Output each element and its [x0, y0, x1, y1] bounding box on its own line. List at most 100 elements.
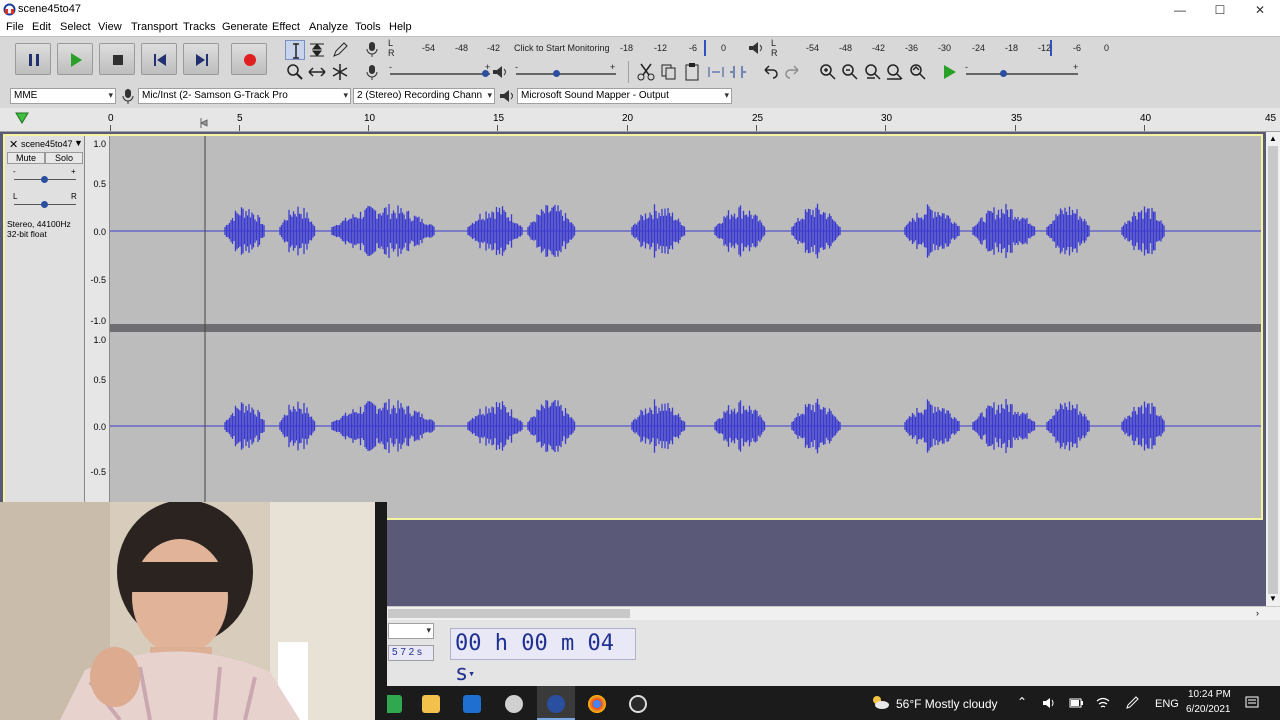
battery-icon[interactable]: [1069, 698, 1083, 708]
chevron-down-icon: ▾: [426, 625, 431, 635]
time-shift-tool[interactable]: [307, 62, 327, 82]
audio-position-display[interactable]: 00 h 00 m 04 s▾: [450, 628, 636, 686]
waveform-display[interactable]: [110, 136, 1261, 518]
pan-right-label: R: [71, 192, 77, 201]
paste-button[interactable]: [682, 62, 702, 82]
menu-tools[interactable]: Tools: [355, 21, 381, 33]
playback-scale-tick: -42: [872, 43, 886, 53]
horizontal-scroll-thumb[interactable]: [388, 609, 630, 618]
menu-transport[interactable]: Transport: [131, 21, 178, 33]
pause-button[interactable]: [15, 43, 51, 75]
scroll-right-icon[interactable]: ›: [1256, 608, 1259, 618]
record-meter-mic-icon[interactable]: [365, 41, 379, 57]
chrome-icon[interactable]: [588, 695, 606, 713]
chevron-down-icon[interactable]: ▾: [468, 667, 475, 680]
obs-icon[interactable]: [629, 695, 647, 713]
clock-date[interactable]: 6/20/2021: [1186, 704, 1231, 715]
zoom-toggle-button[interactable]: [908, 62, 928, 82]
copy-button[interactable]: [659, 62, 679, 82]
cut-button[interactable]: [636, 62, 656, 82]
draw-tool[interactable]: [330, 40, 350, 60]
scroll-down-icon[interactable]: ▼: [1269, 594, 1277, 603]
menu-select[interactable]: Select: [60, 21, 91, 33]
playback-volume-knob[interactable]: [553, 70, 560, 77]
output-device-select[interactable]: Microsoft Sound Mapper - Output ▾: [517, 88, 732, 104]
menu-edit[interactable]: Edit: [32, 21, 51, 33]
tray-chevron-up-icon[interactable]: ⌃: [1017, 695, 1027, 709]
mute-button[interactable]: Mute: [7, 152, 45, 164]
playback-volume-slider[interactable]: [516, 73, 616, 75]
volume-icon[interactable]: [1042, 697, 1056, 709]
record-button[interactable]: [231, 43, 267, 75]
audacity-taskbar-button[interactable]: [537, 686, 575, 720]
minimize-button[interactable]: —: [1160, 0, 1200, 20]
menu-tracks[interactable]: Tracks: [183, 21, 216, 33]
selection-tool[interactable]: [285, 40, 305, 60]
envelope-tool[interactable]: [307, 40, 327, 60]
chat-app-icon[interactable]: [505, 695, 523, 713]
snap-select[interactable]: ▾: [388, 623, 434, 639]
skip-to-end-button[interactable]: [183, 43, 219, 75]
wifi-icon[interactable]: [1096, 696, 1110, 710]
pause-icon: [29, 54, 39, 66]
pan-slider-knob[interactable]: [41, 201, 48, 208]
mail-app-icon[interactable]: [463, 695, 481, 713]
fit-selection-button[interactable]: [863, 62, 883, 82]
monitor-label[interactable]: Click to Start Monitoring: [514, 43, 610, 53]
menu-analyze[interactable]: Analyze: [309, 21, 348, 33]
vertical-scroll-thumb[interactable]: [1268, 146, 1278, 594]
language-indicator[interactable]: ENG: [1155, 698, 1179, 710]
record-scale-tick: -6: [689, 43, 698, 53]
recording-volume-slider[interactable]: [390, 73, 490, 75]
zoom-tool[interactable]: [285, 62, 305, 82]
fit-project-button[interactable]: [885, 62, 905, 82]
timeline-ruler[interactable]: 0 5 10 15 20 25 30 35 40 45: [0, 108, 1280, 132]
menu-view[interactable]: View: [98, 21, 122, 33]
menu-file[interactable]: File: [6, 21, 24, 33]
file-explorer-icon[interactable]: [422, 695, 440, 713]
menu-effect[interactable]: Effect: [272, 21, 300, 33]
gain-slider-knob[interactable]: [41, 176, 48, 183]
trim-button[interactable]: [706, 62, 726, 82]
weather-cloud-icon[interactable]: [870, 694, 890, 710]
play-button[interactable]: [57, 43, 93, 75]
zoom-out-button[interactable]: [840, 62, 860, 82]
track-close-icon[interactable]: ✕: [9, 138, 18, 151]
recording-volume-mic-icon: [366, 65, 378, 80]
scroll-up-icon[interactable]: ▲: [1269, 134, 1277, 143]
maximize-button[interactable]: ☐: [1200, 0, 1240, 20]
audio-track[interactable]: ✕ scene45to47 ▼ Mute Solo - + L R Stereo…: [3, 134, 1263, 520]
timeline-tick-line: [627, 125, 628, 131]
notification-icon[interactable]: [1245, 696, 1259, 710]
solo-button[interactable]: Solo: [45, 152, 83, 164]
play-speed-slider[interactable]: [966, 73, 1078, 75]
track-menu-chevron-icon[interactable]: ▼: [74, 138, 83, 148]
track-name-menu[interactable]: scene45to47: [21, 139, 73, 149]
vertical-scrollbar[interactable]: ▲ ▼: [1266, 132, 1280, 606]
clock-time[interactable]: 10:24 PM: [1188, 689, 1231, 700]
redo-button[interactable]: [783, 62, 803, 82]
recording-channels-select[interactable]: 2 (Stereo) Recording Chann ▾: [353, 88, 495, 104]
play-at-speed-button[interactable]: [940, 62, 960, 82]
stop-button[interactable]: [99, 43, 135, 75]
recording-volume-knob[interactable]: [482, 70, 489, 77]
selection-start-field[interactable]: 5 7 2 s: [388, 645, 434, 661]
menu-help[interactable]: Help: [389, 21, 412, 33]
record-meter-left-label: L: [388, 38, 394, 48]
silence-button[interactable]: [728, 62, 748, 82]
undo-button[interactable]: [760, 62, 780, 82]
play-speed-knob[interactable]: [1000, 70, 1007, 77]
pen-ink-icon[interactable]: [1125, 696, 1141, 710]
playback-speaker-icon[interactable]: [748, 41, 764, 55]
weather-text[interactable]: 56°F Mostly cloudy: [896, 697, 998, 711]
pencil-icon: [333, 42, 348, 57]
close-button[interactable]: ✕: [1240, 0, 1280, 20]
multi-tool[interactable]: [330, 62, 350, 82]
zoom-in-button[interactable]: [818, 62, 838, 82]
skip-to-start-button[interactable]: [141, 43, 177, 75]
menu-generate[interactable]: Generate: [222, 21, 268, 33]
amplitude-ruler[interactable]: 1.0 0.5 0.0 -0.5 -1.0 1.0 0.5 0.0 -0.5: [85, 136, 110, 518]
pin-head-icon[interactable]: [15, 112, 29, 124]
audio-host-select[interactable]: MME ▾: [10, 88, 116, 104]
input-device-select[interactable]: Mic/Inst (2- Samson G-Track Pro ▾: [138, 88, 351, 104]
